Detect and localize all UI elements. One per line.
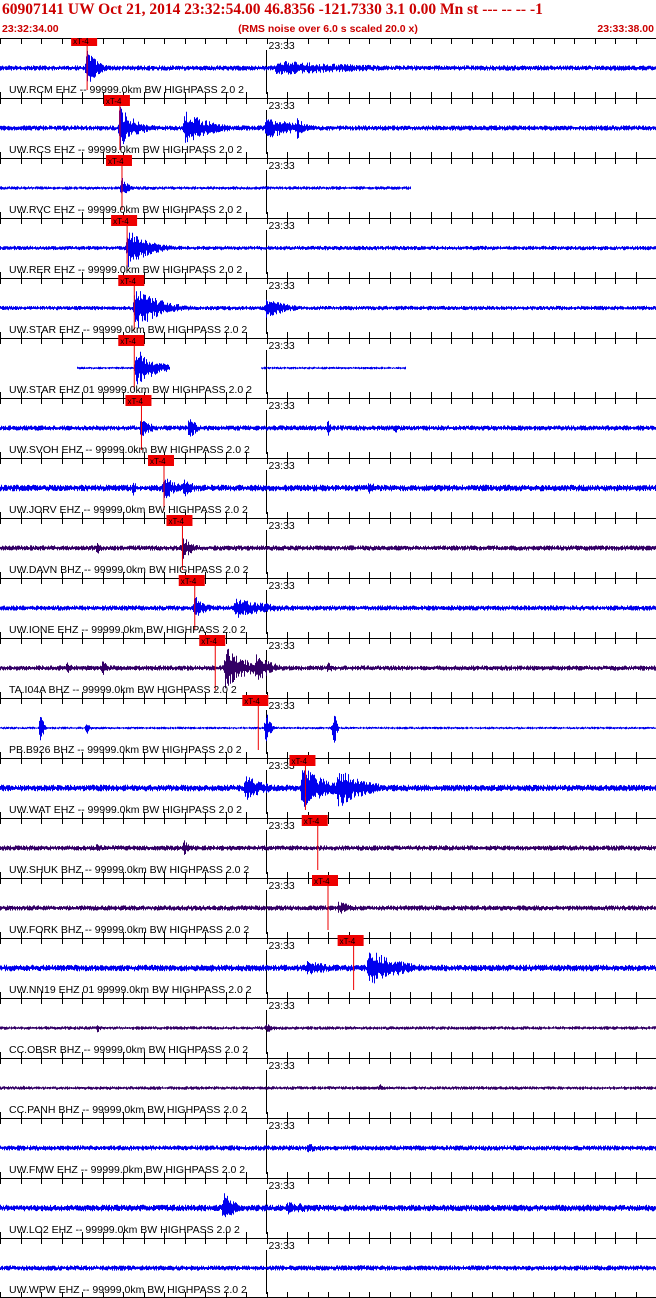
pick-label: xT-4 — [168, 517, 184, 526]
waveform-trace — [261, 366, 406, 370]
waveform-trace — [0, 1265, 656, 1271]
station-label: UW.WAT EHZ -- 99999.0km BW HIGHPASS 2.0 … — [9, 804, 242, 816]
minute-label: 23:33 — [269, 580, 295, 592]
minute-label: 23:33 — [269, 940, 295, 952]
station-label: UW.STAR EHZ 01 99999.0km BW HIGHPASS 2.0… — [9, 384, 252, 396]
minute-label: 23:33 — [269, 1120, 295, 1132]
station-label: TA.I04A BHZ -- 99999.0km BW HIGHPASS 2.0… — [9, 684, 237, 696]
waveform-trace — [0, 1144, 656, 1153]
seismogram-plot: 23:33xT-4UW.RCM EHZ -- 99999.0km BW HIGH… — [0, 38, 656, 1298]
pick-label: xT-4 — [314, 877, 330, 886]
minute-label: 23:33 — [269, 1060, 295, 1072]
station-label: CC.PANH BHZ -- 99999.0km BW HIGHPASS 2.0… — [9, 1104, 247, 1116]
waveform-trace — [0, 478, 656, 499]
scaling-note: (RMS noise over 6.0 s scaled 20.0 x) — [238, 23, 418, 35]
minute-label: 23:33 — [269, 1180, 295, 1192]
station-label: UW.WPW EHZ -- 99999.0km BW HIGHPASS 2.0 … — [9, 1284, 247, 1296]
waveform-trace — [0, 538, 656, 561]
station-label: UW.SVOH EHZ -- 99999.0km BW HIGHPASS 2.0… — [9, 444, 250, 456]
station-label: UW.NN19 EHZ 01 99999.0km BW HIGHPASS 2.0… — [9, 984, 252, 996]
pick-label: xT-4 — [108, 157, 124, 166]
minute-label: 23:33 — [269, 820, 295, 832]
minute-label: 23:33 — [269, 1240, 295, 1252]
minute-label: 23:33 — [269, 1000, 295, 1012]
pick-label: xT-4 — [304, 817, 320, 826]
pick-label: xT-4 — [340, 937, 356, 946]
waveform-trace — [0, 232, 656, 268]
station-label: UW.RER EHZ -- 99999.0km BW HIGHPASS 2.0 … — [9, 264, 242, 276]
minute-label: 23:33 — [269, 880, 295, 892]
station-label: UW.RVC EHZ -- 99999.0km BW HIGHPASS 2.0 … — [9, 204, 242, 216]
station-label: UW.IONE EHZ -- 99999.0km BW HIGHPASS 2.0… — [9, 624, 246, 636]
minute-label: 23:33 — [269, 220, 295, 232]
waveform-trace — [0, 50, 656, 82]
waveform-trace — [0, 1024, 656, 1033]
waveform-trace — [0, 597, 656, 618]
waveform-trace — [0, 952, 656, 984]
minute-label: 23:33 — [269, 100, 295, 112]
station-label: CC.OBSR BHZ -- 99999.0km BW HIGHPASS 2.0… — [9, 1044, 248, 1056]
pick-label: xT-4 — [120, 337, 136, 346]
pick-label: xT-4 — [113, 217, 129, 226]
end-time-label: 23:33:38.00 — [597, 23, 654, 35]
minute-label: 23:33 — [269, 700, 295, 712]
station-label: UW.LO2 EHZ -- 99999.0km BW HIGHPASS 2.0 … — [9, 1224, 240, 1236]
pick-label: xT-4 — [291, 757, 307, 766]
pick-label: xT-4 — [73, 38, 89, 46]
minute-label: 23:33 — [269, 40, 295, 52]
event-title: 60907141 UW Oct 21, 2014 23:32:54.00 46.… — [2, 1, 543, 18]
waveform-trace — [0, 714, 656, 743]
station-label: UW.RCM EHZ -- 99999.0km BW HIGHPASS 2.0 … — [9, 84, 244, 96]
pick-label: xT-4 — [106, 97, 122, 106]
pick-label: xT-4 — [127, 397, 143, 406]
waveform-trace — [0, 648, 656, 689]
minute-label: 23:33 — [269, 160, 295, 172]
minute-label: 23:33 — [269, 400, 295, 412]
record-header: 60907141 UW Oct 21, 2014 23:32:54.00 46.… — [0, 0, 656, 38]
station-label: UW.DAVN BHZ -- 99999.0km BW HIGHPASS 2.0… — [9, 564, 249, 576]
waveform-trace — [0, 840, 656, 855]
waveform-trace — [0, 770, 656, 807]
station-label: UW.FMW EHZ -- 99999.0km BW HIGHPASS 2.0 … — [9, 1164, 245, 1176]
waveform-trace — [0, 178, 411, 194]
waveform-trace — [0, 1084, 656, 1090]
waveform-trace — [0, 1193, 656, 1218]
station-label: UW.JORV EHZ -- 99999.0km BW HIGHPASS 2.0… — [9, 504, 248, 516]
station-label: UW.FORK BHZ -- 99999.0km BW HIGHPASS 2.0… — [9, 924, 249, 936]
station-label: UW.RCS EHZ -- 99999.0km BW HIGHPASS 2.0 … — [9, 144, 242, 156]
station-label: UW.SHUK BHZ -- 99999.0km BW HIGHPASS 2.0… — [9, 864, 249, 876]
pick-label: xT-4 — [201, 637, 217, 646]
minute-label: 23:33 — [269, 520, 295, 532]
waveform-trace — [77, 351, 170, 385]
waveform-trace — [0, 419, 656, 437]
station-label: UW.STAR EHZ -- 99999.0km BW HIGHPASS 2.0… — [9, 324, 247, 336]
minute-label: 23:33 — [269, 340, 295, 352]
station-label: PB.B926 BHZ -- 99999.0km BW HIGHPASS 2.0… — [9, 744, 242, 756]
minute-label: 23:33 — [269, 640, 295, 652]
pick-label: xT-4 — [150, 457, 166, 466]
pick-label: xT-4 — [120, 277, 136, 286]
minute-label: 23:33 — [269, 460, 295, 472]
waveform-trace — [0, 291, 656, 328]
minute-label: 23:33 — [269, 280, 295, 292]
pick-label: xT-4 — [181, 577, 197, 586]
pick-label: xT-4 — [244, 697, 260, 706]
